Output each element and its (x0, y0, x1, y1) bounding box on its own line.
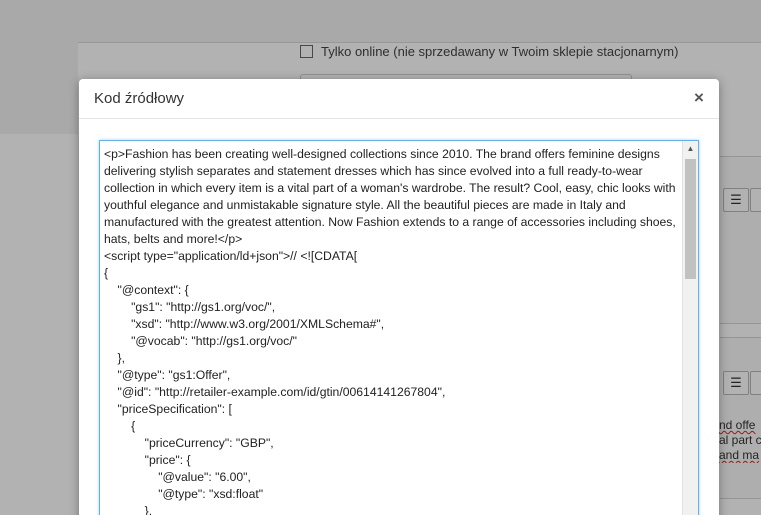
source-code-dialog: Kod źródłowy × <p>Fashion has been creat… (79, 79, 719, 515)
scrollbar-thumb[interactable] (685, 159, 696, 279)
dialog-body: <p>Fashion has been creating well-design… (79, 119, 719, 515)
dialog-title: Kod źródłowy (94, 90, 185, 107)
close-icon[interactable]: × (691, 89, 707, 107)
dialog-header: Kod źródłowy × (79, 79, 719, 119)
source-code-textarea[interactable]: <p>Fashion has been creating well-design… (99, 140, 699, 515)
scroll-up-icon[interactable]: ▲ (683, 141, 698, 157)
source-code-text[interactable]: <p>Fashion has been creating well-design… (104, 146, 680, 515)
textarea-scrollbar[interactable]: ▲ (682, 141, 698, 515)
